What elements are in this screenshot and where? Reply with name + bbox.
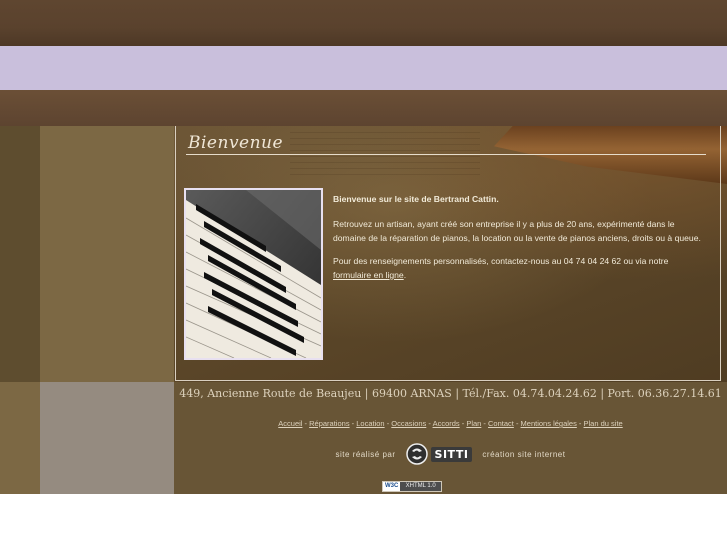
xhtml-badge-label: XHTML 1.0 [400,482,441,491]
header-top-band [0,0,727,46]
w3c-badge-label: W3C [383,482,401,491]
nav-link-plan-du-site[interactable]: Plan du site [584,419,623,428]
nav-link-occasions[interactable]: Occasions [391,419,426,428]
sitti-logo-icon [405,443,428,465]
credit-prefix: site réalisé par [335,449,396,459]
title-divider [186,154,706,155]
nav-link-location[interactable]: Location [356,419,384,428]
sitti-logo-text: SITTI [430,446,473,462]
nav-separator: - [576,419,584,428]
footer-credit: site réalisé par SITTI création site int… [174,443,727,465]
intro-paragraph-2-end: . [403,270,407,280]
left-column-lower-grey [40,382,174,494]
nav-link-contact[interactable]: Contact [488,419,514,428]
footer-nav: Accueil - Réparations - Location - Occas… [174,419,727,428]
intro-paragraph-2-text: Pour des renseignements personnalisés, c… [333,255,669,266]
nav-separator: - [481,419,489,428]
nav-link-accords[interactable]: Accords [433,419,460,428]
left-column-dark [0,126,40,382]
intro-text: Bienvenue sur le site de Bertrand Cattin… [333,192,707,291]
nav-link-mentions-legales[interactable]: Mentions légales [521,419,577,428]
credit-suffix: création site internet [482,449,566,459]
nav-link-accueil[interactable]: Accueil [278,419,302,428]
piano-keyboard-icon [186,190,321,358]
intro-paragraph-2: Pour des renseignements personnalisés, c… [333,254,707,283]
intro-lead: Bienvenue sur le site de Bertrand Cattin… [333,194,499,204]
nav-separator: - [513,419,521,428]
piano-photo [184,188,323,360]
header-lavender-band [0,46,727,90]
intro-paragraph-1: Retrouvez un artisan, ayant créé son ent… [333,218,701,244]
sitti-logo[interactable]: SITTI [405,443,473,465]
nav-link-reparations[interactable]: Réparations [309,419,349,428]
page-title: Bienvenue [188,133,284,153]
footer-address: 449, Ancienne Route de Beaujeu | 69400 A… [179,387,722,400]
left-column-olive [40,126,174,382]
xhtml-validation-badge[interactable]: W3C XHTML 1.0 [382,481,442,492]
header-brown-band [0,90,727,126]
contact-form-link[interactable]: formulaire en ligne [333,270,404,280]
nav-link-plan[interactable]: Plan [466,419,481,428]
left-column-lower-olive [0,382,40,494]
